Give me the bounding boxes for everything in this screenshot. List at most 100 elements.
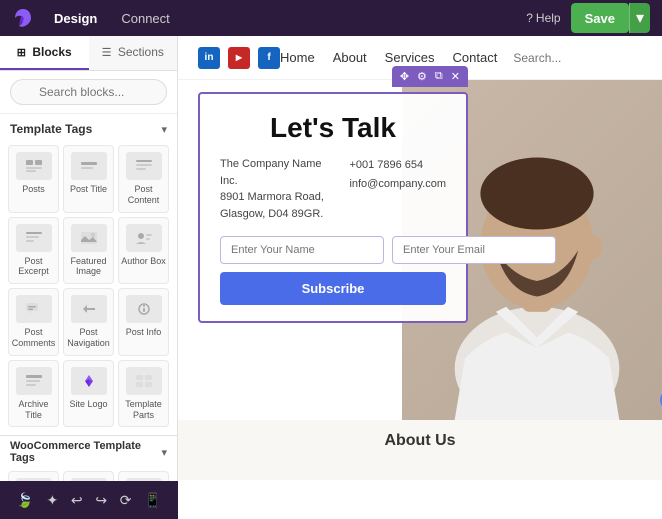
search-box: 🔍 bbox=[0, 71, 177, 114]
woocommerce-title: WooCommerce Template Tags bbox=[10, 440, 161, 464]
sidebar: ⊞ Blocks ☰ Sections 🔍 Template Tags ▾ bbox=[0, 36, 178, 519]
template-tags-title: Template Tags bbox=[10, 122, 92, 136]
block-author-box[interactable]: Author Box bbox=[118, 217, 169, 285]
blocks-grid: Posts Post Title Post Content bbox=[0, 141, 177, 435]
block-posts-label: Posts bbox=[22, 184, 45, 195]
nav-home[interactable]: Home bbox=[280, 50, 315, 65]
search-input[interactable] bbox=[10, 79, 167, 105]
canvas-area: in ▶ f Home About Services Contact bbox=[178, 36, 662, 519]
block-post-content[interactable]: Post Content bbox=[118, 145, 169, 213]
name-input[interactable] bbox=[220, 236, 384, 264]
tab-sections[interactable]: ☰ Sections bbox=[89, 36, 178, 70]
contact-block: ✥ ⚙ ⧉ ✕ Let's Talk The Company Name Inc.… bbox=[198, 92, 468, 323]
block-archive-title-label: Archive Title bbox=[11, 399, 56, 421]
posts-icon bbox=[16, 152, 52, 180]
post-navigation-icon bbox=[71, 295, 107, 323]
linkedin-icon[interactable]: in bbox=[198, 47, 220, 69]
search-wrap: 🔍 bbox=[10, 79, 167, 105]
save-btn-wrapper: Save ▾ bbox=[571, 3, 650, 33]
woocommerce-header: WooCommerce Template Tags ▾ bbox=[0, 435, 177, 467]
social-icons: in ▶ f bbox=[198, 47, 280, 69]
contact-details: +001 7896 654 info@company.com bbox=[349, 156, 446, 222]
hero-section: ✥ ⚙ ⧉ ✕ Let's Talk The Company Name Inc.… bbox=[178, 80, 662, 420]
facebook-label: f bbox=[267, 52, 270, 63]
site-preview: in ▶ f Home About Services Contact bbox=[178, 36, 662, 519]
block-post-comments[interactable]: Post Comments bbox=[8, 288, 59, 356]
author-box-icon bbox=[126, 224, 162, 252]
save-button[interactable]: Save bbox=[571, 3, 629, 33]
gear-icon[interactable]: ⚙ bbox=[414, 69, 430, 84]
top-bar-tabs: Design Connect bbox=[44, 7, 180, 30]
featured-image-icon bbox=[71, 224, 107, 252]
block-posts[interactable]: Posts bbox=[8, 145, 59, 213]
nav-about[interactable]: About bbox=[333, 50, 367, 65]
tab-blocks[interactable]: ⊞ Blocks bbox=[0, 36, 89, 70]
blocks-icon: ⊞ bbox=[17, 47, 26, 59]
block-post-excerpt-label: Post Excerpt bbox=[11, 256, 56, 278]
block-toolbar: ✥ ⚙ ⧉ ✕ bbox=[392, 66, 468, 87]
post-excerpt-icon bbox=[16, 224, 52, 252]
block-featured-image-label: Featured Image bbox=[66, 256, 111, 278]
below-section-title: About Us bbox=[198, 432, 642, 450]
contact-form: Subscribe bbox=[220, 236, 446, 305]
youtube-icon[interactable]: ▶ bbox=[228, 47, 250, 69]
blocks-tab-label: Blocks bbox=[32, 45, 71, 59]
mobile-icon[interactable]: 📱 bbox=[144, 492, 161, 509]
post-comments-icon bbox=[16, 295, 52, 323]
top-bar-right: ? Help Save ▾ bbox=[526, 3, 650, 33]
block-post-excerpt[interactable]: Post Excerpt bbox=[8, 217, 59, 285]
block-template-parts-label: Template Parts bbox=[121, 399, 166, 421]
nav-contact[interactable]: Contact bbox=[453, 50, 498, 65]
post-info-icon bbox=[126, 295, 162, 323]
template-tags-header: Template Tags ▾ bbox=[0, 114, 177, 141]
contact-info-row: The Company Name Inc. 8901 Marmora Road,… bbox=[220, 156, 446, 222]
block-archive-title[interactable]: Archive Title bbox=[8, 360, 59, 428]
help-icon: ? bbox=[526, 11, 533, 25]
block-featured-image[interactable]: Featured Image bbox=[63, 217, 114, 285]
redo-icon[interactable]: ↪ bbox=[95, 492, 107, 509]
sections-icon: ☰ bbox=[102, 47, 112, 59]
block-post-info-label: Post Info bbox=[126, 327, 162, 338]
block-post-title[interactable]: Post Title bbox=[63, 145, 114, 213]
contact-email: info@company.com bbox=[349, 175, 446, 194]
refresh-icon[interactable]: ⟳ bbox=[120, 492, 132, 509]
leaf-icon[interactable]: 🍃 bbox=[16, 492, 33, 509]
sidebar-tabs: ⊞ Blocks ☰ Sections bbox=[0, 36, 177, 71]
sections-tab-label: Sections bbox=[118, 45, 164, 59]
below-section: About Us bbox=[178, 420, 662, 480]
block-post-content-label: Post Content bbox=[121, 184, 166, 206]
facebook-icon[interactable]: f bbox=[258, 47, 280, 69]
nav-search-input[interactable] bbox=[513, 51, 662, 65]
star-icon[interactable]: ✦ bbox=[46, 492, 58, 509]
undo-icon[interactable]: ↩ bbox=[71, 492, 83, 509]
nav-services[interactable]: Services bbox=[385, 50, 435, 65]
block-post-navigation-label: Post Navigation bbox=[66, 327, 111, 349]
template-tags-toggle[interactable]: ▾ bbox=[161, 123, 167, 136]
logo-icon bbox=[12, 7, 34, 29]
linkedin-label: in bbox=[205, 52, 214, 63]
save-dropdown-arrow[interactable]: ▾ bbox=[629, 3, 650, 33]
block-site-logo-label: Site Logo bbox=[69, 399, 107, 410]
move-icon[interactable]: ✥ bbox=[397, 69, 412, 84]
woocommerce-toggle[interactable]: ▾ bbox=[161, 446, 167, 459]
block-template-parts[interactable]: Template Parts bbox=[118, 360, 169, 428]
copy-icon[interactable]: ⧉ bbox=[432, 69, 446, 84]
bottom-toolbar: 🍃 ✦ ↩ ↪ ⟳ 📱 bbox=[0, 481, 178, 519]
block-post-info[interactable]: Post Info bbox=[118, 288, 169, 356]
delete-icon[interactable]: ✕ bbox=[448, 69, 463, 84]
post-content-icon bbox=[126, 152, 162, 180]
post-title-icon bbox=[71, 152, 107, 180]
contact-address: The Company Name Inc. 8901 Marmora Road,… bbox=[220, 156, 335, 222]
subscribe-button[interactable]: Subscribe bbox=[220, 272, 446, 305]
block-post-title-label: Post Title bbox=[70, 184, 107, 195]
block-post-navigation[interactable]: Post Navigation bbox=[63, 288, 114, 356]
help-link[interactable]: ? Help bbox=[526, 11, 560, 25]
tab-connect[interactable]: Connect bbox=[111, 7, 179, 30]
block-site-logo[interactable]: Site Logo bbox=[63, 360, 114, 428]
tab-design[interactable]: Design bbox=[44, 7, 107, 30]
top-bar: Design Connect ? Help Save ▾ bbox=[0, 0, 662, 36]
help-label: Help bbox=[536, 11, 561, 25]
email-input[interactable] bbox=[392, 236, 556, 264]
main-layout: ⊞ Blocks ☰ Sections 🔍 Template Tags ▾ bbox=[0, 36, 662, 519]
site-logo-icon bbox=[71, 367, 107, 395]
